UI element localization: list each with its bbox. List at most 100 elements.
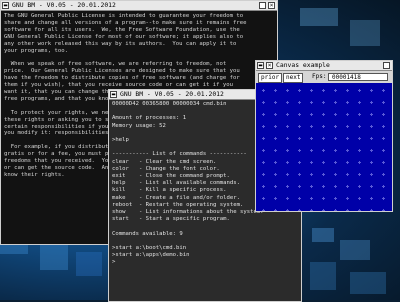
canvas-plus-mark [346, 161, 349, 164]
canvas-plus-mark [262, 197, 265, 200]
license-line: them if you wish), that you receive sour… [4, 82, 234, 89]
bg-tile [340, 240, 370, 260]
close-icon[interactable]: × [268, 2, 275, 9]
canvas-plus-mark [358, 125, 361, 128]
next-button[interactable]: next [283, 73, 304, 83]
canvas-plus-mark [322, 197, 325, 200]
console-line: >start a:\apps\demo.bin [112, 252, 190, 259]
canvas-plus-mark [358, 113, 361, 116]
canvas-plus-mark [298, 161, 301, 164]
canvas-plus-mark [298, 113, 301, 116]
canvas-plus-mark [298, 89, 301, 92]
window-menu-icon[interactable]: ▬ [110, 91, 117, 98]
maximize-icon[interactable] [383, 62, 390, 69]
license-line: any other work released this way by its … [4, 40, 237, 47]
license-line: The GNU General Public License is intend… [4, 13, 244, 19]
canvas-titlebar[interactable]: ▬ × Canvas example [256, 61, 392, 71]
canvas-plus-mark [262, 149, 265, 152]
canvas-plus-mark [298, 125, 301, 128]
canvas-plus-mark [358, 173, 361, 176]
console-window-title: GNU BM - V0.05 - 20.01.2012 [120, 90, 224, 98]
canvas-plus-mark [334, 161, 337, 164]
canvas-plus-mark [262, 89, 265, 92]
canvas-plus-mark [286, 89, 289, 92]
license-window-title: GNU BM - V0.05 - 20.01.2012 [12, 1, 116, 9]
canvas-plus-mark [322, 149, 325, 152]
canvas-plus-mark [286, 161, 289, 164]
canvas-plus-mark [358, 209, 361, 211]
canvas-plus-mark [370, 113, 373, 116]
close-icon[interactable]: × [266, 62, 273, 69]
canvas-plus-mark [298, 101, 301, 104]
canvas-plus-mark [370, 149, 373, 152]
prior-button[interactable]: prior [258, 73, 283, 83]
canvas-plus-mark [310, 89, 313, 92]
canvas-plus-mark [262, 137, 265, 140]
bg-tile [300, 8, 338, 26]
minimize-icon[interactable] [259, 2, 266, 9]
canvas-plus-mark [334, 113, 337, 116]
canvas-plus-mark [274, 161, 277, 164]
canvas-plus-mark [322, 113, 325, 116]
canvas-plus-mark [358, 161, 361, 164]
canvas-plus-mark [370, 185, 373, 188]
canvas-plus-mark [382, 209, 385, 211]
canvas-plus-mark [274, 149, 277, 152]
canvas-plus-mark [334, 197, 337, 200]
canvas-plus-mark [370, 125, 373, 128]
canvas-plus-mark [322, 173, 325, 176]
console-line: start - Start a specific program. [112, 216, 230, 223]
canvas-plus-mark [322, 185, 325, 188]
canvas-plus-mark [334, 101, 337, 104]
canvas-plus-mark [298, 209, 301, 211]
canvas-plus-mark [346, 149, 349, 152]
license-line: When we speak of free software, we are r… [4, 61, 227, 68]
canvas-plus-mark [382, 173, 385, 176]
canvas-plus-mark [322, 209, 325, 211]
canvas-plus-mark [286, 101, 289, 104]
canvas-plus-mark [382, 197, 385, 200]
canvas-plus-mark [310, 149, 313, 152]
canvas-plus-mark [370, 89, 373, 92]
license-titlebar[interactable]: ▬ GNU BM - V0.05 - 20.01.2012 × [1, 1, 277, 11]
canvas-plus-mark [346, 173, 349, 176]
canvas-plus-mark [334, 149, 337, 152]
canvas-plus-mark [286, 113, 289, 116]
canvas-window-title: Canvas example [276, 61, 330, 69]
canvas-plus-mark [334, 89, 337, 92]
canvas-plus-mark [382, 161, 385, 164]
canvas-plus-mark [310, 173, 313, 176]
canvas-plus-mark [358, 185, 361, 188]
canvas-plus-mark [370, 209, 373, 211]
canvas-plus-mark [274, 185, 277, 188]
canvas-plus-mark [346, 137, 349, 140]
canvas-plus-mark [358, 149, 361, 152]
canvas-plus-mark [346, 113, 349, 116]
canvas-plus-mark [274, 173, 277, 176]
window-menu-icon[interactable]: ▬ [257, 62, 264, 69]
canvas-plus-mark [310, 185, 313, 188]
canvas-window[interactable]: ▬ × Canvas example prior next Fps: 0000141… [255, 60, 393, 212]
console-line: > [112, 259, 116, 266]
canvas-plus-mark [298, 197, 301, 200]
canvas-plus-mark [286, 125, 289, 128]
canvas-plus-mark [358, 137, 361, 140]
canvas-plus-mark [286, 137, 289, 140]
canvas-plus-mark [334, 125, 337, 128]
canvas-plus-mark [310, 197, 313, 200]
bg-tile [350, 20, 380, 46]
fps-value: 00001418 [328, 73, 388, 81]
canvas-plus-mark [382, 89, 385, 92]
canvas-plus-mark [322, 89, 325, 92]
window-menu-icon[interactable]: ▬ [2, 2, 9, 9]
console-line: >start a:\boot\cmd.bin [112, 245, 187, 252]
canvas-plus-mark [274, 209, 277, 211]
canvas-plus-mark [346, 101, 349, 104]
canvas-plus-mark [310, 161, 313, 164]
canvas-plus-mark [274, 89, 277, 92]
bg-tile [76, 252, 102, 276]
canvas-drawing-area[interactable] [256, 83, 392, 211]
canvas-plus-mark [262, 209, 265, 211]
canvas-plus-mark [298, 137, 301, 140]
bg-tile [312, 228, 334, 242]
